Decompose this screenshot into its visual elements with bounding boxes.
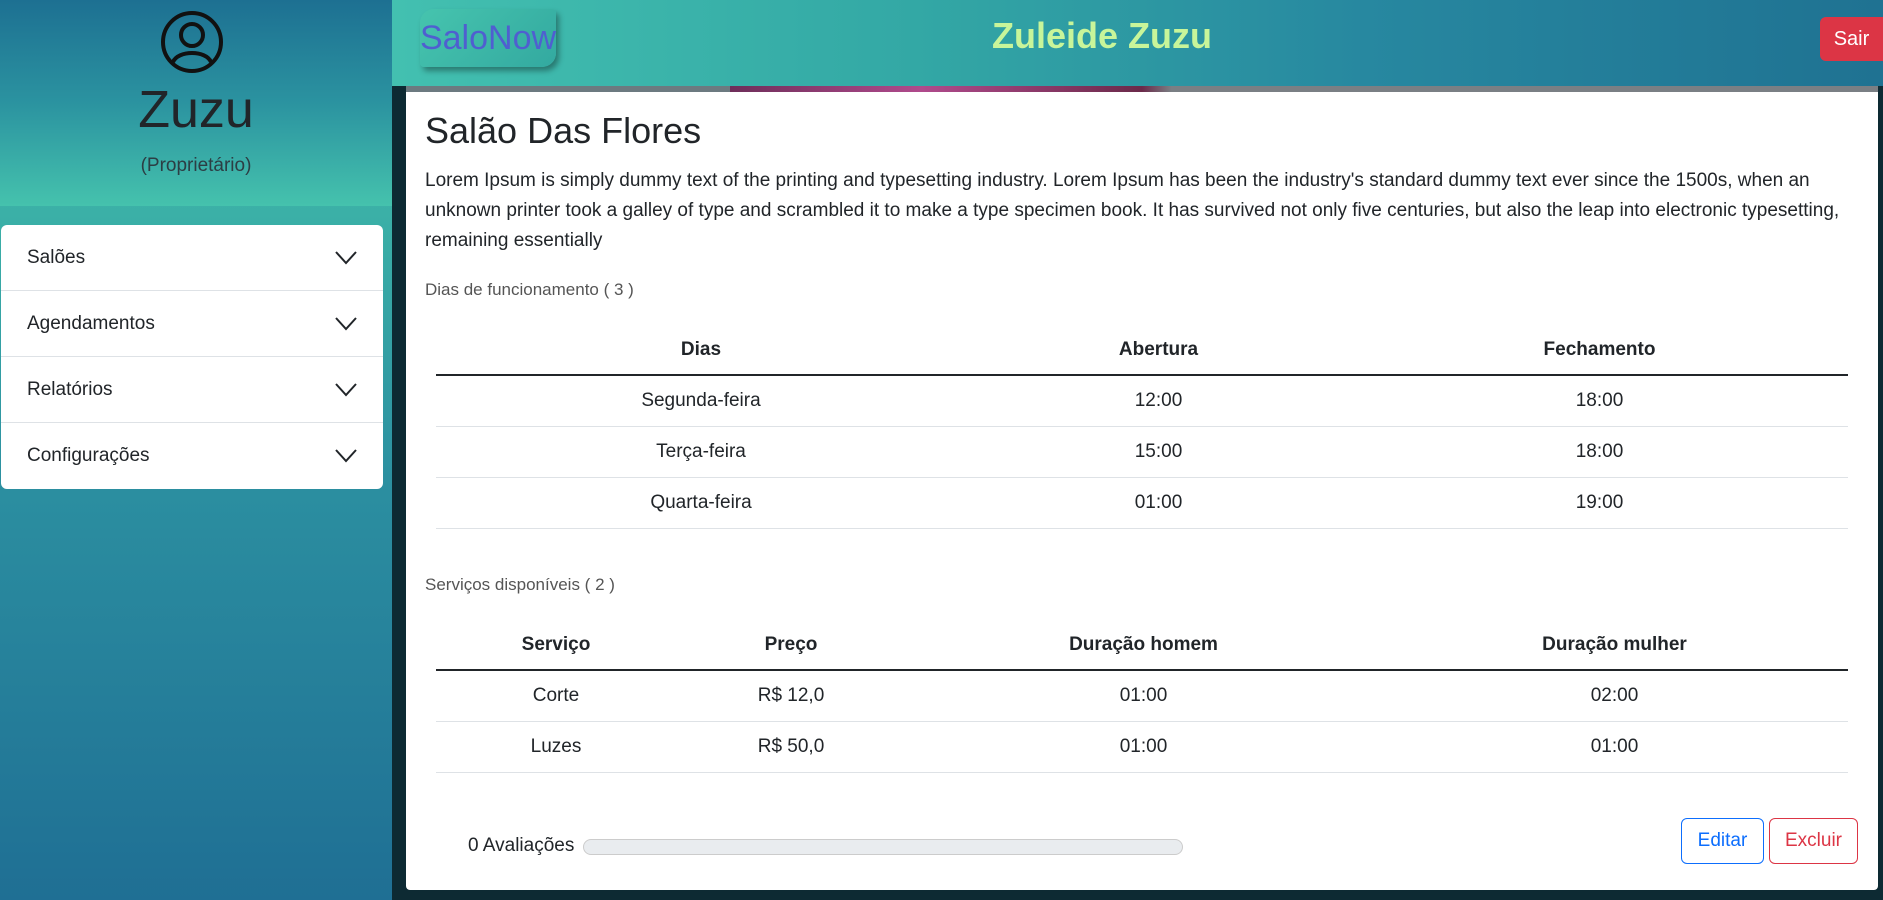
table-row: Corte R$ 12,0 01:00 02:00 [436,670,1848,722]
chevron-down-icon [335,316,357,330]
chevron-down-icon [335,250,357,264]
column-header: Fechamento [1351,325,1848,376]
sidebar-menu: Salões Agendamentos Relatórios Configura… [1,225,383,489]
table-cell: Corte [436,670,676,722]
column-header: Preço [676,620,906,671]
sidebar-item-configuracoes[interactable]: Configurações [1,423,383,489]
profile-panel: Zuzu (Proprietário) [0,0,392,206]
column-header: Dias [436,325,966,376]
sidebar: Zuzu (Proprietário) Salões Agendamentos … [0,0,392,900]
sidebar-item-label: Agendamentos [27,312,155,334]
table-header-row: Dias Abertura Fechamento [436,325,1848,376]
chevron-down-icon [335,449,357,463]
table-cell: R$ 50,0 [676,721,906,773]
hours-section-label: Dias de funcionamento ( 3 ) [425,280,634,299]
edit-button[interactable]: Editar [1681,818,1764,864]
table-cell: 01:00 [966,477,1351,529]
table-cell: 15:00 [966,426,1351,478]
sidebar-item-saloes[interactable]: Salões [1,225,383,291]
table-cell: 18:00 [1351,375,1848,427]
sidebar-item-relatorios[interactable]: Relatórios [1,357,383,423]
column-header: Serviço [436,620,676,671]
column-header: Duração homem [906,620,1381,671]
sidebar-item-label: Configurações [27,445,150,466]
table-row: Segunda-feira 12:00 18:00 [436,375,1848,427]
table-cell: 19:00 [1351,477,1848,529]
table-cell: 02:00 [1381,670,1848,722]
table-row: Luzes R$ 50,0 01:00 01:00 [436,721,1848,773]
sidebar-item-label: Salões [27,246,86,268]
ratings-progress-bar [583,839,1183,855]
profile-role: (Proprietário) [140,155,252,176]
table-cell: 18:00 [1351,426,1848,478]
services-section-label: Serviços disponíveis ( 2 ) [425,575,615,594]
salon-title: Salão Das Flores [425,110,702,151]
table-cell: 01:00 [1381,721,1848,773]
services-table: Serviço Preço Duração homem Duração mulh… [436,620,1848,773]
column-header: Abertura [966,325,1351,376]
table-cell: 01:00 [906,721,1381,773]
table-row: Terça-feira 15:00 18:00 [436,426,1848,478]
sidebar-item-label: Relatórios [27,378,113,400]
ratings-count: 0 Avaliações [468,835,575,856]
table-cell: Segunda-feira [436,375,966,427]
logout-button[interactable]: Sair [1820,17,1883,61]
column-header: Duração mulher [1381,620,1848,671]
table-cell: Luzes [436,721,676,773]
table-header-row: Serviço Preço Duração homem Duração mulh… [436,620,1848,671]
table-cell: 12:00 [966,375,1351,427]
table-row: Quarta-feira 01:00 19:00 [436,477,1848,529]
table-cell: R$ 12,0 [676,670,906,722]
hours-table: Dias Abertura Fechamento Segunda-feira 1… [436,325,1848,529]
profile-name: Zuzu [138,81,254,139]
delete-button[interactable]: Excluir [1769,818,1858,864]
salon-banner-image [406,86,1878,92]
table-cell: Terça-feira [436,426,966,478]
chevron-down-icon [335,382,357,396]
salon-description: Lorem Ipsum is simply dummy text of the … [425,170,1840,251]
sidebar-item-agendamentos[interactable]: Agendamentos [1,291,383,357]
top-header: SaloNow Zuleide Zuzu Sair [392,0,1883,86]
table-cell: Quarta-feira [436,477,966,529]
user-circle-icon [161,11,223,73]
table-cell: 01:00 [906,670,1381,722]
header-title: Zuleide Zuzu [992,15,1212,56]
